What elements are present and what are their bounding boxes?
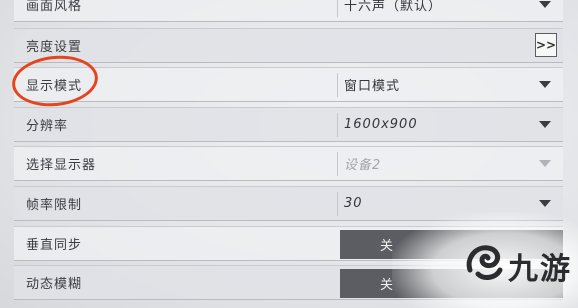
setting-value: 设备2: [344, 158, 382, 173]
setting-label: 动态模糊: [26, 277, 83, 292]
setting-row-brightness: 亮度设置 >>: [14, 28, 563, 63]
setting-value: 窗口模式: [344, 79, 401, 94]
jiuyou-logo-icon: [466, 245, 503, 280]
chevron-down-icon[interactable]: [539, 1, 551, 8]
watermark-text: 九游: [508, 252, 572, 287]
setting-row-monitor[interactable]: 选择显示器 设备2: [14, 146, 563, 181]
chevron-down-icon[interactable]: [539, 81, 551, 88]
expand-button[interactable]: >>: [535, 33, 557, 57]
setting-label: 帧率限制: [26, 198, 83, 213]
chevron-down-icon[interactable]: [539, 200, 551, 207]
setting-label: 垂直同步: [26, 238, 83, 253]
setting-row-resolution[interactable]: 分辨率 1600x900: [14, 107, 563, 142]
setting-label: 画面风格: [26, 0, 83, 14]
chevron-down-icon[interactable]: [539, 121, 551, 128]
setting-row-style[interactable]: 画面风格 十六声（默认）: [14, 0, 563, 22]
chevron-down-icon[interactable]: [539, 160, 551, 167]
setting-label: 选择显示器: [26, 158, 97, 173]
setting-value: 十六声（默认）: [344, 0, 443, 14]
setting-value: 1600x900: [344, 117, 418, 132]
setting-value: 30: [344, 196, 363, 211]
setting-label: 分辨率: [26, 119, 69, 134]
